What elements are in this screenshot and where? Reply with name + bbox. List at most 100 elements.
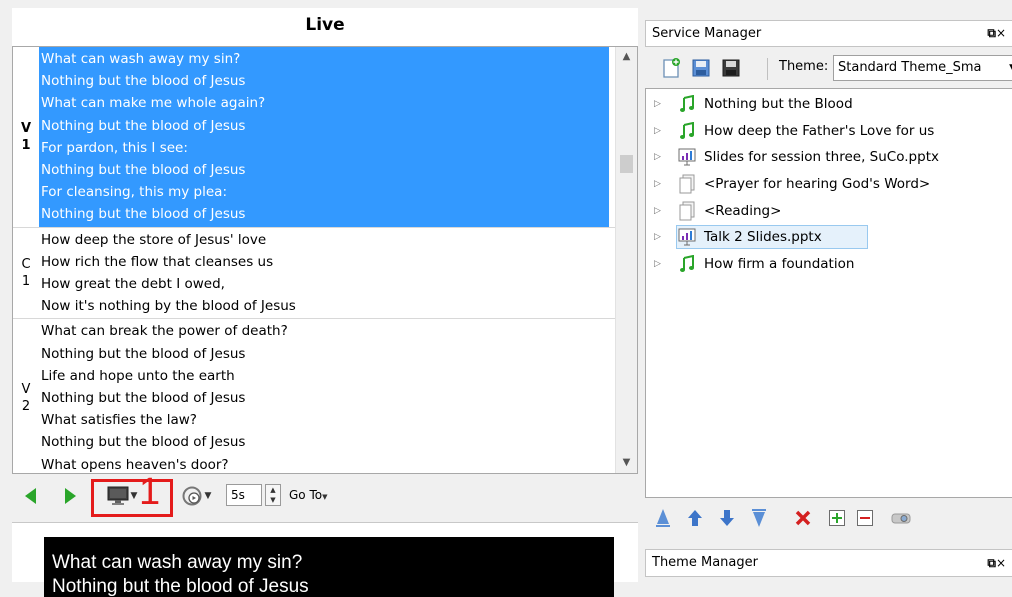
open-service-button[interactable]: [689, 56, 713, 80]
spin-down-icon[interactable]: ▼: [266, 495, 280, 505]
verse-text: What can wash away my sin? Nothing but t…: [39, 47, 609, 227]
verse-line: Nothing but the blood of Jesus: [41, 117, 246, 134]
go-live-button[interactable]: [887, 506, 915, 530]
verse-row-v1[interactable]: V 1 What can wash away my sin? Nothing b…: [13, 47, 637, 228]
scroll-thumb[interactable]: [620, 155, 633, 173]
service-item-selected[interactable]: ▷ Talk 2 Slides.pptx: [646, 224, 1012, 251]
collapse-all-button[interactable]: [853, 506, 877, 530]
service-item-label: Talk 2 Slides.pptx: [704, 229, 822, 246]
chevron-down-icon: ▼: [204, 491, 212, 501]
service-item[interactable]: ▷ <Reading>: [646, 197, 1012, 224]
verse-line: Life and hope unto the earth: [41, 367, 235, 384]
music-note-icon: [676, 254, 698, 274]
service-item[interactable]: ▷ How firm a foundation: [646, 251, 1012, 278]
go-to-button[interactable]: Go To▼: [289, 485, 327, 507]
expand-all-button[interactable]: [825, 506, 849, 530]
expand-arrow-icon[interactable]: ▷: [654, 179, 672, 189]
verse-line: Nothing but the blood of Jesus: [41, 73, 246, 90]
float-window-icon[interactable]: ⧉: [987, 550, 996, 576]
verse-line: Now it's nothing by the blood of Jesus: [41, 298, 296, 315]
verse-line: What can make me whole again?: [41, 95, 266, 112]
delete-x-icon: [795, 510, 811, 526]
custom-slide-icon: [676, 174, 698, 194]
verse-tag-letter: V: [21, 382, 31, 398]
verse-line: How deep the store of Jesus' love: [41, 231, 267, 248]
verse-line: How rich the flow that cleanses us: [41, 253, 274, 270]
service-manager-header: Service Manager ⧉ ×: [645, 20, 1012, 47]
service-item-label: Slides for session three, SuCo.pptx: [704, 149, 939, 166]
close-icon[interactable]: ×: [996, 550, 1006, 576]
service-item-list[interactable]: ▷ Nothing but the Blood ▷ How deep the F…: [645, 88, 1012, 498]
service-manager-title: Service Manager: [652, 26, 762, 41]
verse-line: What satisfies the law?: [41, 412, 197, 429]
close-icon[interactable]: ×: [996, 21, 1006, 46]
minus-box-icon: [857, 510, 873, 526]
music-note-icon: [676, 94, 698, 114]
next-slide-button[interactable]: [62, 486, 78, 506]
expand-arrow-icon[interactable]: ▷: [654, 232, 672, 242]
delay-spin-buttons[interactable]: ▲ ▼: [265, 484, 281, 506]
spin-up-icon[interactable]: ▲: [266, 485, 280, 495]
live-preview-area: What can wash away my sin? Nothing but t…: [12, 522, 638, 597]
service-item-label: <Prayer for hearing God's Word>: [704, 176, 931, 193]
move-bottom-icon: [752, 509, 766, 527]
music-note-icon: [676, 121, 698, 141]
arrow-up-icon: [688, 510, 702, 526]
plus-box-icon: [829, 510, 845, 526]
verse-text: How deep the store of Jesus' love How ri…: [39, 228, 637, 319]
live-list-scrollbar[interactable]: ▲ ▼: [615, 47, 637, 473]
service-item-label: How deep the Father's Love for us: [704, 122, 935, 139]
expand-arrow-icon[interactable]: ▷: [654, 206, 672, 216]
presentation-icon: [676, 147, 698, 167]
live-verse-list[interactable]: V 1 What can wash away my sin? Nothing b…: [12, 46, 638, 474]
custom-slide-icon: [676, 201, 698, 221]
service-item-label: Nothing but the Blood: [704, 96, 853, 113]
service-item[interactable]: ▷ How deep the Father's Love for us: [646, 118, 1012, 145]
new-service-button[interactable]: [659, 56, 683, 80]
projector-icon: [891, 513, 911, 524]
previous-slide-button[interactable]: [22, 486, 38, 506]
presentation-icon: [676, 227, 698, 247]
expand-arrow-icon[interactable]: ▷: [654, 259, 672, 269]
move-top-icon: [656, 509, 670, 527]
timer-loop-icon: [182, 486, 202, 506]
preview-line: What can wash away my sin?: [52, 552, 303, 573]
delete-item-button[interactable]: [791, 506, 815, 530]
verse-tag-number: 1: [21, 137, 31, 153]
move-to-top-button[interactable]: [651, 506, 675, 530]
scroll-up-icon[interactable]: ▲: [616, 47, 637, 67]
verse-line: Nothing but the blood of Jesus: [41, 162, 246, 179]
slide-delay-input[interactable]: 5s: [226, 484, 262, 506]
chevron-down-icon: ▼: [322, 493, 328, 501]
verse-row-c1[interactable]: C 1 How deep the store of Jesus' love Ho…: [13, 228, 637, 320]
live-preview-screen: What can wash away my sin? Nothing but t…: [44, 537, 614, 597]
verse-text: What can break the power of death? Nothi…: [39, 319, 637, 473]
verse-line: For cleansing, this my plea:: [41, 184, 227, 201]
annotation-number: 1: [139, 471, 161, 513]
verse-tag-number: 2: [21, 399, 31, 415]
expand-arrow-icon[interactable]: ▷: [654, 99, 672, 109]
verse-line: Nothing but the blood of Jesus: [41, 345, 246, 362]
scroll-down-icon[interactable]: ▼: [616, 453, 637, 473]
loop-timer-button[interactable]: ▼: [176, 484, 216, 508]
arrow-right-icon: [64, 488, 76, 504]
verse-line: For pardon, this I see:: [41, 139, 188, 156]
service-item[interactable]: ▷ <Prayer for hearing God's Word>: [646, 171, 1012, 198]
arrow-left-icon: [24, 488, 36, 504]
move-up-button[interactable]: [683, 506, 707, 530]
float-window-icon[interactable]: ⧉: [987, 21, 996, 46]
save-service-button[interactable]: [719, 56, 743, 80]
annotation-highlight-box: [91, 479, 173, 517]
expand-arrow-icon[interactable]: ▷: [654, 126, 672, 136]
theme-select[interactable]: Standard Theme_Sma ▼: [833, 55, 1012, 81]
service-item[interactable]: ▷ Slides for session three, SuCo.pptx: [646, 144, 1012, 171]
move-down-button[interactable]: [715, 506, 739, 530]
verse-line: Nothing but the blood of Jesus: [41, 390, 246, 407]
expand-arrow-icon[interactable]: ▷: [654, 152, 672, 162]
new-file-icon: [663, 58, 680, 78]
service-item[interactable]: ▷ Nothing but the Blood: [646, 91, 1012, 118]
verse-line: How great the debt I owed,: [41, 276, 225, 293]
verse-row-v2[interactable]: V 2 What can break the power of death? N…: [13, 319, 637, 473]
move-to-bottom-button[interactable]: [747, 506, 771, 530]
service-item-label: How firm a foundation: [704, 255, 855, 272]
